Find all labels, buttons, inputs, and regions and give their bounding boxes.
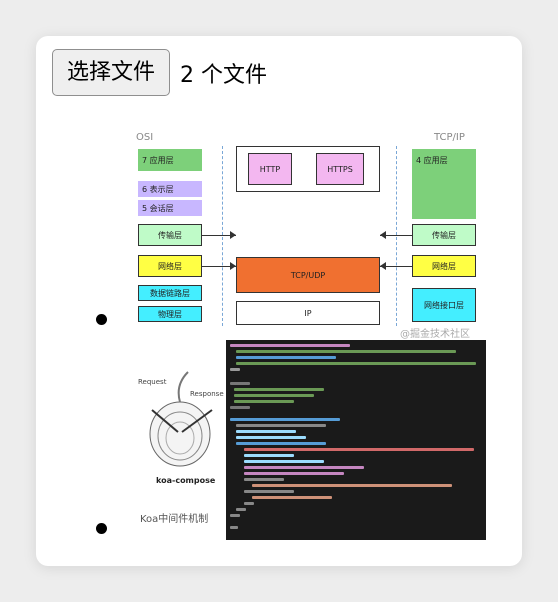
osi-network-layer: 网络层 (138, 255, 202, 277)
osi-physical-label: 物理层 (158, 309, 182, 319)
file-input: 选择文件 2 个文件 (52, 49, 267, 96)
list-bullet (96, 314, 107, 325)
koa-compose-logo: koa-compose (156, 476, 216, 485)
onion-icon (149, 371, 213, 467)
https-label: HTTPS (327, 164, 353, 174)
koa-middleware-image: Request Response koa-compose Koa中间件机制 (134, 340, 486, 540)
osi-tcpip-image: OSI TCP/IP 7 应用层 6 表示层 5 会话层 传输层 网络层 数据链… (134, 128, 480, 340)
tcpip-application-label: 4 应用层 (416, 156, 448, 165)
dashed-guide-left (222, 146, 223, 326)
osi-transport-layer: 传输层 (138, 224, 202, 246)
osi-physical-layer: 物理层 (138, 306, 202, 322)
tcpip-link-layer: 网络接口层 (412, 288, 476, 322)
file-count-label: 2 个文件 (180, 62, 268, 88)
tcpip-network-layer: 网络层 (412, 255, 476, 277)
osi-session-label: 5 会话层 (142, 203, 174, 213)
ip-label: IP (304, 308, 312, 318)
koa-caption: Koa中间件机制 (140, 514, 209, 525)
dashed-guide-right (396, 146, 397, 326)
tcp-udp-box: TCP/UDP (236, 257, 380, 293)
osi-application-label: 7 应用层 (142, 155, 174, 165)
osi-transport-label: 传输层 (158, 230, 182, 240)
osi-header: OSI (136, 132, 154, 143)
tcpip-header: TCP/IP (434, 132, 465, 143)
list-bullet (96, 523, 107, 534)
osi-datalink-label: 数据链路层 (150, 288, 190, 298)
http-label: HTTP (259, 164, 281, 174)
tcpip-link-label: 网络接口层 (424, 300, 464, 310)
http-box: HTTP (248, 153, 292, 185)
osi-session-layer: 5 会话层 (138, 200, 202, 216)
osi-network-label: 网络层 (158, 261, 182, 271)
arrow-right-icon (230, 262, 236, 270)
tcp-udp-label: TCP/UDP (290, 270, 326, 280)
watermark: @掘金技术社区 (400, 329, 470, 340)
osi-datalink-layer: 数据链路层 (138, 285, 202, 301)
tcpip-application-layer: 4 应用层 (412, 149, 476, 219)
osi-application-layer: 7 应用层 (138, 149, 202, 171)
osi-presentation-layer: 6 表示层 (138, 181, 202, 197)
https-box: HTTPS (316, 153, 364, 185)
tcpip-network-label: 网络层 (432, 261, 456, 271)
content-card: 选择文件 2 个文件 OSI TCP/IP 7 应用层 6 表示层 5 会话层 … (36, 36, 522, 566)
tcpip-transport-label: 传输层 (432, 230, 456, 240)
choose-file-button[interactable]: 选择文件 (52, 49, 171, 96)
arrow-left-icon (380, 231, 386, 239)
code-snippet-image (226, 340, 486, 540)
osi-presentation-label: 6 表示层 (142, 184, 174, 194)
arrow-right-icon (230, 231, 236, 239)
arrow-left-icon (380, 262, 386, 270)
ip-box: IP (236, 301, 380, 325)
tcpip-transport-layer: 传输层 (412, 224, 476, 246)
